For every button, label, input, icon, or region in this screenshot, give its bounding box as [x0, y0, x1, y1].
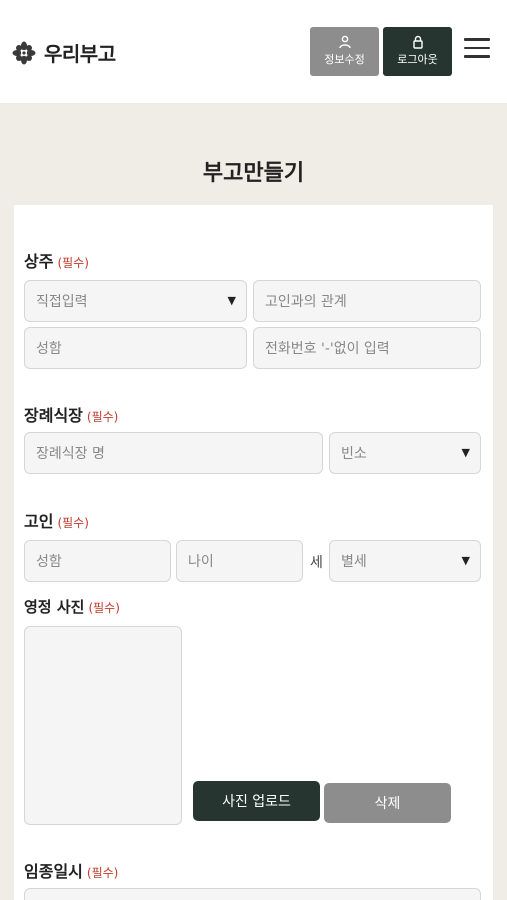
phone-input[interactable]: 전화번호 '-'없이 입력 [253, 327, 481, 369]
edit-info-button[interactable]: 정보수정 [310, 27, 379, 76]
page-title: 부고만들기 [202, 161, 305, 186]
chief-mourner-label: 상주 (필수) [24, 252, 89, 271]
funeral-hall-name-input[interactable]: 장례식장 명 [24, 432, 323, 474]
portrait-label: 영정 사진 (필수) [24, 598, 120, 616]
death-time-input[interactable] [24, 888, 481, 900]
photo-upload-button[interactable]: 사진 업로드 [193, 781, 320, 821]
logout-button[interactable]: 로그아웃 [383, 27, 452, 76]
required-marker: (필수) [86, 866, 119, 880]
required-marker: (필수) [88, 601, 120, 615]
top-header: 우리부고 정보수정 로그아웃 [0, 0, 507, 103]
required-marker: (필수) [57, 256, 89, 270]
age-input[interactable]: 나이 [176, 540, 303, 582]
lock-icon [412, 35, 423, 49]
funeral-hall-label: 장례식장 (필수) [24, 406, 119, 425]
portrait-preview[interactable] [24, 626, 182, 825]
logo[interactable]: 우리부고 [12, 38, 116, 67]
direct-input-select[interactable]: 직접입력 [24, 280, 247, 322]
logo-text: 우리부고 [44, 42, 116, 66]
flower-logo-icon [12, 41, 36, 64]
death-time-label: 임종일시 (필수) [24, 862, 119, 881]
photo-delete-button[interactable]: 삭제 [324, 783, 451, 823]
deceased-name-input[interactable]: 성함 [24, 540, 171, 582]
mourner-name-input[interactable]: 성함 [24, 327, 247, 369]
age-unit: 세 [310, 555, 323, 571]
death-title-select[interactable]: 별세 [329, 540, 481, 582]
logout-label: 로그아웃 [397, 53, 438, 66]
edit-info-label: 정보수정 [324, 53, 365, 66]
deceased-label: 고인 (필수) [24, 512, 89, 531]
required-marker: (필수) [57, 516, 89, 530]
required-marker: (필수) [86, 410, 119, 424]
room-select[interactable]: 빈소 [329, 432, 481, 474]
person-icon [338, 35, 351, 49]
hamburger-menu-icon[interactable] [464, 38, 490, 60]
relation-input[interactable]: 고인과의 관계 [253, 280, 481, 322]
